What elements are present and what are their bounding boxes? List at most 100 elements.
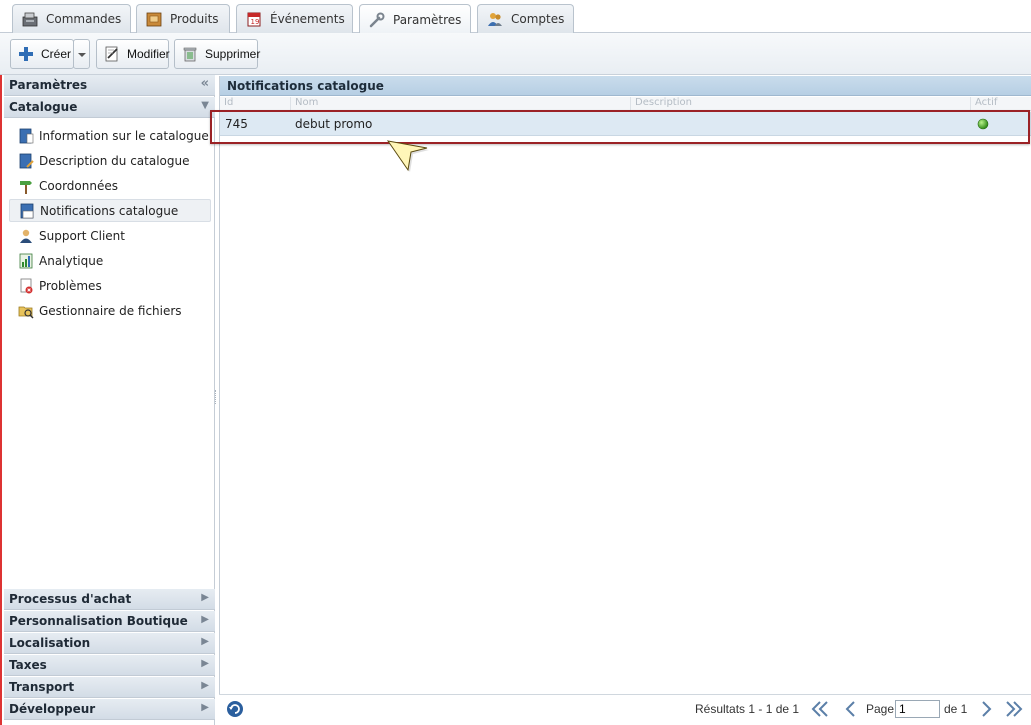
- plus-icon: [17, 45, 35, 63]
- sidebar-item-description[interactable]: Description du catalogue: [9, 149, 211, 172]
- section-label: Transport: [9, 680, 75, 694]
- create-dropdown-button[interactable]: [73, 39, 90, 69]
- sidebar-item-analytique[interactable]: Analytique: [9, 249, 211, 272]
- first-page-icon[interactable]: [810, 699, 830, 719]
- delete-button[interactable]: Supprimer: [174, 39, 261, 69]
- support-person-icon: [18, 228, 34, 244]
- tab-label: Comptes: [511, 12, 565, 26]
- sidebar-item-label: Gestionnaire de fichiers: [39, 303, 182, 318]
- refresh-icon[interactable]: [225, 699, 245, 722]
- cell-id: 745: [225, 117, 248, 131]
- column-header-description[interactable]: Description: [630, 97, 970, 110]
- modify-button-label: Modifier: [127, 47, 170, 61]
- action-toolbar: Créer Modifier Supprimer: [0, 33, 1031, 75]
- notifications-panel: Notifications catalogue Id Nom Descripti…: [219, 76, 1031, 725]
- tab-label: Paramètres: [393, 12, 462, 27]
- problem-page-icon: [18, 278, 34, 294]
- section-label: Localisation: [9, 636, 91, 650]
- description-book-icon: [18, 153, 34, 169]
- chevron-right-icon: ▶: [201, 702, 209, 713]
- sidebar-header: Paramètres «: [4, 75, 215, 96]
- section-localisation[interactable]: Localisation ▶: [4, 633, 215, 654]
- product-box-icon: [145, 11, 163, 27]
- sidebar-item-label: Coordonnées: [39, 178, 118, 193]
- section-label: Processus d'achat: [9, 592, 132, 606]
- sidebar-item-label: Analytique: [39, 253, 104, 268]
- section-personnalisation[interactable]: Personnalisation Boutique ▶: [4, 611, 215, 632]
- section-taxes[interactable]: Taxes ▶: [4, 655, 215, 676]
- info-book-icon: [18, 128, 34, 144]
- chevron-down-icon: [78, 47, 86, 61]
- tab-parametres[interactable]: Paramètres: [359, 4, 471, 34]
- cash-register-icon: [21, 11, 39, 27]
- column-header-actif[interactable]: Actif: [970, 97, 1031, 110]
- section-processus-achat[interactable]: Processus d'achat ▶: [4, 589, 215, 610]
- grid-pager: Résultats 1 - 1 de 1 Page de 1: [219, 694, 1031, 725]
- table-row[interactable]: 745 debut promo: [220, 112, 1031, 136]
- column-header-nom[interactable]: Nom: [290, 97, 630, 110]
- previous-page-icon[interactable]: [841, 699, 861, 719]
- chevron-right-icon: ▶: [201, 658, 209, 669]
- column-header-id[interactable]: Id: [220, 97, 290, 110]
- sidebar-item-label: Support Client: [39, 228, 125, 243]
- section-catalogue[interactable]: Catalogue ▼: [4, 97, 215, 118]
- svg-text:19: 19: [251, 18, 260, 26]
- sidebar-item-label: Information sur le catalogue: [39, 128, 209, 143]
- cell-name: debut promo: [295, 117, 373, 131]
- users-icon: [486, 11, 504, 27]
- notification-icon: [19, 203, 35, 219]
- edit-page-icon: [103, 45, 121, 63]
- chevron-right-icon: ▶: [201, 592, 209, 603]
- chevron-right-icon: ▶: [201, 680, 209, 691]
- results-count: Résultats 1 - 1 de 1: [695, 702, 800, 716]
- tab-comptes[interactable]: Comptes: [477, 4, 574, 33]
- sidebar-item-coordonnees[interactable]: Coordonnées: [9, 174, 211, 197]
- modify-button[interactable]: Modifier: [96, 39, 170, 69]
- page-number-input[interactable]: [895, 700, 940, 718]
- last-page-icon[interactable]: [1004, 699, 1024, 719]
- analytics-chart-icon: [18, 253, 34, 269]
- tab-evenements[interactable]: 19 Événements: [236, 4, 353, 33]
- panel-splitter[interactable]: [215, 390, 218, 404]
- tab-label: Commandes: [46, 12, 122, 26]
- chevron-right-icon: ▶: [201, 636, 209, 647]
- wrench-icon: [368, 12, 386, 28]
- next-page-icon[interactable]: [976, 699, 996, 719]
- sidebar-item-label: Problèmes: [39, 278, 102, 293]
- sidebar-item-notifications[interactable]: Notifications catalogue: [9, 199, 211, 222]
- tab-produits[interactable]: Produits: [136, 4, 230, 33]
- file-manager-icon: [18, 303, 34, 319]
- section-label: Catalogue: [9, 100, 78, 114]
- chevron-down-icon: ▼: [201, 100, 209, 111]
- sidebar-item-problemes[interactable]: Problèmes: [9, 274, 211, 297]
- chevron-right-icon: ▶: [201, 614, 209, 625]
- trash-icon: [181, 45, 199, 63]
- sidebar-item-support-client[interactable]: Support Client: [9, 224, 211, 247]
- collapse-sidebar-icon[interactable]: «: [201, 76, 209, 91]
- page-total: de 1: [944, 702, 968, 716]
- signpost-icon: [18, 178, 34, 194]
- grid-header: Id Nom Description Actif: [220, 97, 1031, 111]
- sidebar-item-information[interactable]: Information sur le catalogue: [9, 124, 211, 147]
- section-developpeur[interactable]: Développeur ▶: [4, 699, 215, 720]
- tab-commandes[interactable]: Commandes: [12, 4, 131, 33]
- sidebar-title: Paramètres: [9, 78, 88, 92]
- tab-label: Événements: [270, 12, 345, 26]
- sidebar-item-label: Description du catalogue: [39, 153, 190, 168]
- panel-title: Notifications catalogue: [220, 76, 1031, 96]
- section-label: Personnalisation Boutique: [9, 614, 188, 628]
- section-transport[interactable]: Transport ▶: [4, 677, 215, 698]
- sidebar-item-gestionnaire-fichiers[interactable]: Gestionnaire de fichiers: [9, 299, 211, 322]
- pointer-arrow-icon: [385, 138, 431, 174]
- page-label: Page: [866, 702, 895, 716]
- section-label: Développeur: [9, 702, 96, 716]
- sidebar-item-label: Notifications catalogue: [40, 203, 179, 218]
- active-status-icon: [977, 118, 989, 133]
- settings-sidebar: Paramètres « Catalogue ▼ Information sur…: [0, 75, 215, 725]
- main-tab-bar: Commandes Produits 19 Événements Paramèt…: [0, 0, 1031, 34]
- section-label: Taxes: [9, 658, 47, 672]
- delete-button-label: Supprimer: [205, 47, 261, 61]
- create-button-label: Créer: [41, 47, 72, 61]
- tab-label: Produits: [170, 12, 219, 26]
- create-button[interactable]: Créer: [10, 39, 74, 69]
